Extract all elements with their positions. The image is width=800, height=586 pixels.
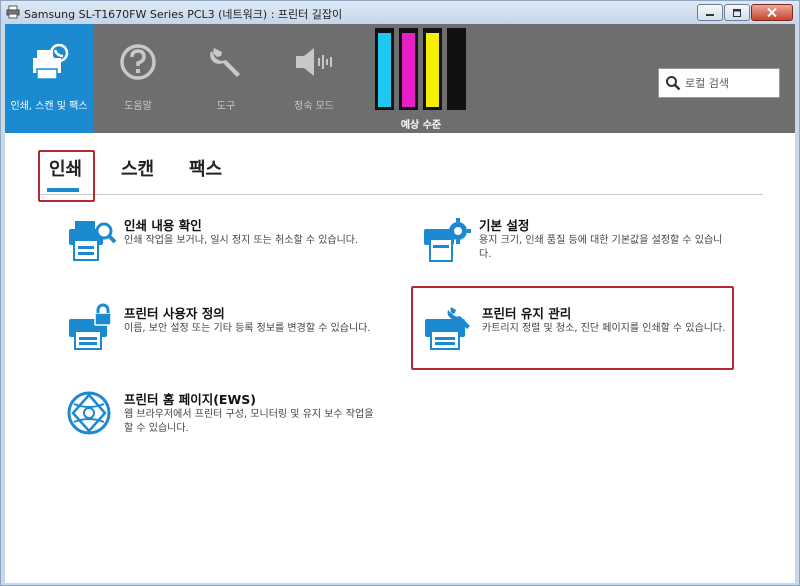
- item-title: 프린터 홈 페이지(EWS): [124, 392, 256, 407]
- maximize-icon: [733, 8, 741, 17]
- print-queue-icon: [69, 221, 117, 261]
- help-icon: [120, 44, 156, 80]
- item-title: 프린터 사용자 정의: [124, 306, 225, 321]
- ink-fill: [450, 33, 463, 107]
- item-print-queue[interactable]: 인쇄 내용 확인 인쇄 작업을 보거나, 일시 정지 또는 취소할 수 있습니다…: [65, 215, 385, 285]
- item-title: 기본 설정: [479, 218, 530, 233]
- item-desc: 웹 브라우저에서 프린터 구성, 모니터링 및 유지 보수 작업을 할 수 있습…: [124, 409, 374, 434]
- wrench-icon: [210, 48, 240, 77]
- title-bar: Samsung SL-T1670FW Series PCL3 (네트워크) : …: [1, 1, 799, 24]
- tool-label: 도움말: [124, 101, 152, 112]
- minimize-button[interactable]: [697, 4, 723, 21]
- item-desc: 이름, 보안 설정 또는 기타 등록 정보를 변경할 수 있습니다.: [124, 323, 371, 334]
- ink-cartridge-black: [447, 28, 466, 110]
- ink-cartridge-cyan: [375, 28, 394, 110]
- ink-cartridge-magenta: [399, 28, 418, 110]
- print-settings-icon: [424, 218, 471, 262]
- item-desc: 용지 크기, 인쇄 품질 등에 대한 기본값을 설정할 수 있습니다.: [479, 235, 723, 260]
- tool-label: 정숙 모드: [294, 101, 334, 112]
- item-title: 인쇄 내용 확인: [124, 218, 202, 233]
- ink-levels-label: 예상 수준: [400, 120, 442, 131]
- tool-tools[interactable]: 도구: [183, 24, 269, 133]
- tool-print-scan-fax[interactable]: 인쇄, 스캔 및 팩스: [5, 24, 93, 133]
- highlight-box-maintenance: [411, 286, 734, 370]
- search-box[interactable]: [658, 68, 780, 98]
- quiet-mode-icon: [296, 48, 332, 76]
- printer-icon: [6, 5, 20, 19]
- ink-fill: [402, 33, 415, 107]
- maximize-button[interactable]: [724, 4, 750, 21]
- window-title: Samsung SL-T1670FW Series PCL3 (네트워크) : …: [24, 8, 343, 21]
- printer-lock-icon: [69, 303, 112, 350]
- search-icon: [666, 76, 681, 91]
- tab-scan[interactable]: 스캔: [121, 155, 154, 181]
- close-icon: [767, 8, 777, 17]
- search-input[interactable]: [685, 75, 775, 92]
- main-toolbar: 인쇄, 스캔 및 팩스 도움말 도구 정숙 모드 예상 수준 로컬 검색: [5, 24, 795, 133]
- main-content: 인쇄 스캔 팩스 인쇄 내용 확인 인쇄 작업을 보거나, 일시 정지 또는 취…: [5, 133, 795, 583]
- minimize-icon: [706, 13, 714, 16]
- tool-quiet-mode[interactable]: 정숙 모드: [271, 24, 357, 133]
- window-controls: [696, 4, 793, 21]
- tool-help[interactable]: 도움말: [95, 24, 181, 133]
- item-print-settings[interactable]: 기본 설정 용지 크기, 인쇄 품질 등에 대한 기본값을 설정할 수 있습니다…: [420, 215, 740, 285]
- ink-levels[interactable]: 예상 수준: [375, 28, 467, 132]
- item-desc: 인쇄 작업을 보거나, 일시 정지 또는 취소할 수 있습니다.: [124, 235, 359, 246]
- web-globe-icon: [67, 391, 111, 435]
- item-printer-customize[interactable]: 프린터 사용자 정의 이름, 보안 설정 또는 기타 등록 정보를 변경할 수 …: [65, 303, 385, 373]
- print-scan-fax-icon: [33, 43, 69, 80]
- close-button[interactable]: [751, 4, 793, 21]
- app-window: Samsung SL-T1670FW Series PCL3 (네트워크) : …: [0, 0, 800, 586]
- highlight-box-print-tab: [38, 150, 95, 202]
- tool-label: 인쇄, 스캔 및 팩스: [10, 101, 88, 112]
- tab-bar: 인쇄 스캔 팩스: [37, 145, 763, 195]
- tab-fax[interactable]: 팩스: [189, 155, 222, 181]
- item-printer-homepage[interactable]: 프린터 홈 페이지(EWS) 웹 브라우저에서 프린터 구성, 모니터링 및 유…: [65, 389, 385, 459]
- ink-cartridge-yellow: [423, 28, 442, 110]
- tool-label: 도구: [216, 101, 236, 112]
- ink-fill: [378, 33, 391, 107]
- ink-fill: [426, 33, 439, 107]
